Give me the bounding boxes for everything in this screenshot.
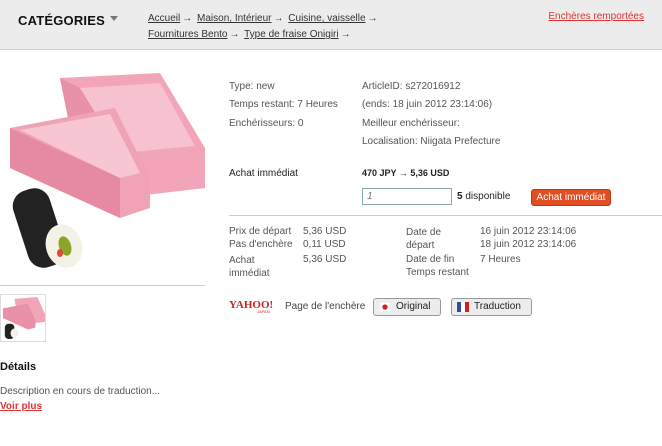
end-date-label: Date de fin [406, 254, 455, 265]
best-bidder: Meilleur enchérisseur: [362, 118, 460, 129]
buy-now-price-value: 5,36 USD [303, 254, 347, 265]
image-divider [0, 285, 205, 286]
product-thumbnail[interactable] [0, 294, 46, 342]
bid-increment-label: Pas d'enchère [229, 239, 293, 250]
original-button[interactable]: Original [373, 298, 441, 316]
japan-flag-icon [379, 302, 391, 312]
item-location: Localisation: Niigata Prefecture [362, 136, 501, 147]
time-left-label: Temps restant [406, 267, 469, 278]
translate-button-label: Traduction [474, 301, 521, 312]
top-navigation-bar: CATÉGORIES Accueil → Maison, Intérieur → C… [0, 0, 662, 50]
buy-now-button[interactable]: Achat immédiat [531, 189, 611, 206]
breadcrumb-link-onigiri[interactable]: Type de fraise Onigiri [244, 29, 339, 40]
buy-now-label: Achat immédiat [229, 168, 298, 179]
buy-now-price-label: Achat immédiat [229, 255, 270, 279]
time-remaining: Temps restant: 7 Heures [229, 99, 338, 110]
section-divider [229, 215, 662, 216]
breadcrumb-separator: → [367, 13, 378, 24]
breadcrumb-link-home-interior[interactable]: Maison, Intérieur [197, 13, 271, 24]
chevron-down-icon[interactable] [110, 16, 118, 21]
available-count: 5 [457, 191, 463, 202]
breadcrumb-link-bento[interactable]: Fournitures Bento [148, 29, 228, 40]
time-left-value: 7 Heures [480, 254, 521, 265]
start-date-label: Date de départ [406, 227, 442, 251]
breadcrumb-link-home[interactable]: Accueil [148, 13, 180, 24]
bidder-count: Enchérisseurs: 0 [229, 118, 304, 129]
translate-button[interactable]: Traduction [451, 298, 532, 316]
yahoo-logo-sub: JAPAN [257, 309, 270, 314]
details-description: Description en cours de traduction... [0, 386, 161, 397]
auction-page-label: Page de l'enchère [285, 301, 366, 312]
available-text: disponible [465, 191, 511, 202]
bid-increment-value: 0,11 USD [303, 239, 346, 250]
categories-menu[interactable]: CATÉGORIES [18, 13, 105, 28]
item-type: Type: new [229, 81, 275, 92]
details-heading: Détails [0, 361, 37, 373]
end-date: (ends: 18 juin 2012 23:14:06) [362, 99, 493, 110]
article-id: ArticleID: s272016912 [362, 81, 461, 92]
buy-now-price: 470 JPY → 5,36 USD [362, 168, 450, 178]
breadcrumb: Accueil → Maison, Intérieur → Cuisine, vai… [148, 11, 408, 43]
start-price-label: Prix de départ [229, 226, 292, 237]
breadcrumb-separator: → [182, 13, 193, 24]
breadcrumb-separator: → [229, 29, 240, 40]
available-quantity: 5 disponible [457, 191, 510, 202]
won-auctions-link[interactable]: Enchères remportées [548, 11, 644, 22]
breadcrumb-separator: → [340, 29, 351, 40]
france-flag-icon [457, 302, 469, 312]
start-price-value: 5,36 USD [303, 226, 347, 237]
product-image[interactable] [0, 68, 205, 283]
yahoo-japan-logo: YAHOO! JAPAN [229, 299, 273, 314]
end-date-value: 18 juin 2012 23:14:06 [480, 239, 577, 250]
original-button-label: Original [396, 301, 431, 312]
start-date-value: 16 juin 2012 23:14:06 [480, 226, 577, 237]
quantity-input[interactable] [362, 188, 452, 205]
see-more-link[interactable]: Voir plus [0, 401, 42, 412]
breadcrumb-link-kitchen[interactable]: Cuisine, vaisselle [288, 13, 365, 24]
breadcrumb-separator: → [273, 13, 284, 24]
